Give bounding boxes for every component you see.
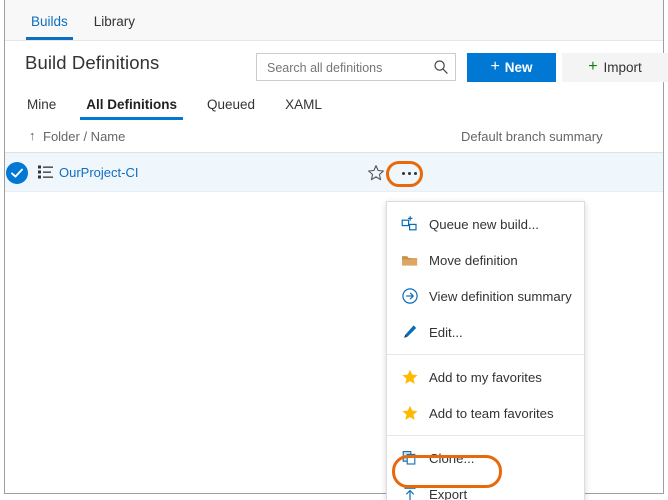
- menu-item-add-to-team-favorites[interactable]: Add to team favorites: [387, 395, 584, 431]
- search-box[interactable]: [256, 53, 456, 81]
- star-filled-icon: [399, 404, 421, 422]
- menu-item-label: Queue new build...: [429, 217, 539, 232]
- tab-queued-label: Queued: [207, 97, 255, 112]
- hub-tab-library-label: Library: [94, 14, 135, 29]
- menu-item-queue-new-build[interactable]: Queue new build...: [387, 206, 584, 242]
- menu-item-clone[interactable]: Clone...: [387, 440, 584, 476]
- menu-item-view-definition-summary[interactable]: View definition summary: [387, 278, 584, 314]
- menu-item-label: Add to my favorites: [429, 370, 542, 385]
- menu-item-label: Export: [429, 487, 467, 500]
- context-menu: Queue new build... Move definition View …: [386, 201, 585, 500]
- export-up-arrow-icon: [399, 485, 421, 500]
- plus-icon: +: [490, 59, 499, 75]
- tab-xaml[interactable]: XAML: [283, 97, 324, 120]
- menu-separator: [387, 435, 584, 436]
- plus-icon: +: [588, 59, 597, 75]
- pivot-tab-list: Mine All Definitions Queued XAML: [25, 89, 350, 120]
- page-header: Build Definitions + New + Import: [5, 41, 663, 89]
- build-definition-icon: [38, 165, 54, 179]
- pencil-icon: [399, 323, 421, 341]
- ellipsis-dot: [402, 172, 405, 175]
- copy-icon: [399, 449, 421, 467]
- menu-item-label: Move definition: [429, 253, 518, 268]
- menu-separator: [387, 354, 584, 355]
- build-definition-name-link[interactable]: OurProject-CI: [59, 165, 138, 180]
- new-button-label: New: [505, 60, 533, 75]
- table-row[interactable]: OurProject-CI: [5, 153, 663, 192]
- column-header-default-branch-summary[interactable]: Default branch summary: [461, 129, 603, 144]
- hub-tab-library[interactable]: Library: [94, 14, 135, 40]
- ellipsis-dot: [414, 172, 417, 175]
- menu-item-label: Edit...: [429, 325, 463, 340]
- tab-all-definitions-label: All Definitions: [86, 97, 177, 112]
- row-selected-checkmark-icon[interactable]: [6, 162, 28, 184]
- hub-tab-list: Builds Library: [31, 0, 161, 40]
- page-title: Build Definitions: [25, 52, 159, 74]
- menu-item-move-definition[interactable]: Move definition: [387, 242, 584, 278]
- sort-ascending-icon: ↑: [29, 128, 36, 143]
- tab-queued[interactable]: Queued: [205, 97, 257, 120]
- menu-item-label: Add to team favorites: [429, 406, 554, 421]
- menu-item-label: Clone...: [429, 451, 474, 466]
- search-icon[interactable]: [433, 59, 449, 75]
- ellipsis-dot: [408, 172, 411, 175]
- import-button-label: Import: [604, 60, 642, 75]
- tab-mine[interactable]: Mine: [25, 97, 58, 120]
- menu-item-export[interactable]: Export: [387, 476, 584, 500]
- pivot-tab-bar: Mine All Definitions Queued XAML: [5, 89, 663, 120]
- menu-item-label: View definition summary: [429, 289, 572, 304]
- tab-xaml-label: XAML: [285, 97, 322, 112]
- import-button[interactable]: + Import: [562, 53, 668, 82]
- favorite-star-icon[interactable]: [367, 164, 385, 182]
- column-header-folder-name[interactable]: Folder / Name: [43, 129, 125, 144]
- hub-tab-builds[interactable]: Builds: [31, 14, 68, 40]
- row-ellipsis-button[interactable]: [397, 166, 421, 180]
- menu-item-edit[interactable]: Edit...: [387, 314, 584, 350]
- folder-icon: [399, 251, 421, 269]
- star-filled-icon: [399, 368, 421, 386]
- build-definitions-window: Builds Library Build Definitions + New +: [0, 0, 668, 500]
- search-input[interactable]: [265, 54, 434, 82]
- grid-column-header: ↑ Folder / Name Default branch summary: [5, 120, 663, 153]
- hub-navigation-bar: Builds Library: [5, 0, 663, 41]
- queue-build-icon: [399, 215, 421, 233]
- tab-mine-label: Mine: [27, 97, 56, 112]
- tab-all-definitions[interactable]: All Definitions: [84, 97, 179, 120]
- new-button[interactable]: + New: [467, 53, 556, 82]
- menu-item-add-to-my-favorites[interactable]: Add to my favorites: [387, 359, 584, 395]
- hub-tab-builds-label: Builds: [31, 14, 68, 29]
- arrow-circle-icon: [399, 287, 421, 305]
